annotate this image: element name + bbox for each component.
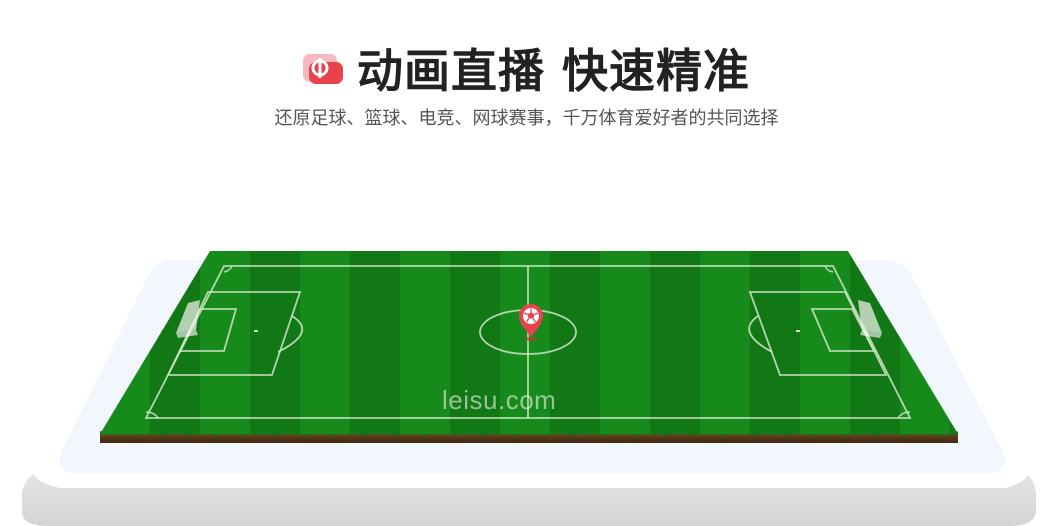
page-subtitle: 还原足球、篮球、电竞、网球赛事，千万体育爱好者的共同选择 bbox=[274, 108, 779, 129]
title-row: 动画直播 快速精准 bbox=[0, 38, 1053, 98]
leisu-logo-icon bbox=[302, 52, 343, 84]
pitch-watermark: leisu.com bbox=[442, 385, 557, 415]
page-title: 动画直播 快速精准 bbox=[356, 44, 750, 98]
header: 动画直播 快速精准 还原足球、篮球、电竞、网球赛事，千万体育爱好者的共同选择 bbox=[0, 0, 1053, 140]
animation-preview: leisu.com bbox=[0, 150, 1053, 526]
soccer-ball-location-pin-icon bbox=[516, 303, 546, 343]
